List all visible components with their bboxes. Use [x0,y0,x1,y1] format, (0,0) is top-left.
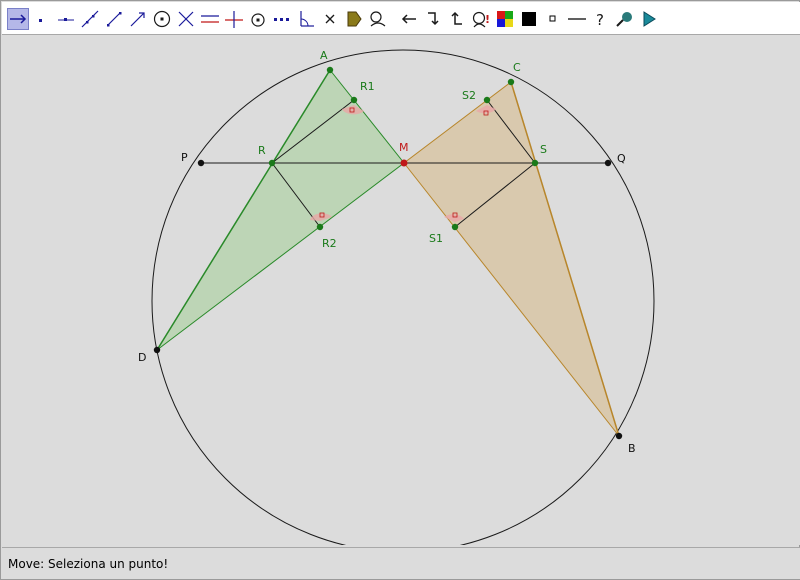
label-R2: R2 [322,237,337,250]
circumcircle [151,49,655,553]
label-Q: Q [617,152,626,165]
intersect-tool-button[interactable] [175,8,197,30]
point-P[interactable] [197,159,205,167]
label-S: S [540,143,547,156]
point-R1[interactable] [350,96,358,104]
point-R[interactable] [268,159,276,167]
drawing-canvas[interactable]: A C R1 S2 P R M S Q R2 S1 D B [2,35,800,553]
locus-tool-icon [370,11,386,27]
label-A: A [320,49,328,62]
move-tool-button[interactable] [7,8,29,30]
right-triangle[interactable] [403,81,620,437]
label-R1: R1 [360,80,375,93]
segment-tool-button[interactable] [103,8,125,30]
delete-tool-icon [325,14,335,24]
redo-tool-icon [428,12,439,26]
point-M[interactable] [400,159,408,167]
point-S2[interactable] [483,96,491,104]
left-triangle[interactable] [156,69,405,351]
vector-tool-button[interactable] [127,8,149,30]
circle-tool-icon [153,10,171,28]
label-P: P [181,151,188,164]
segment-tool-icon [107,12,122,27]
point-R2[interactable] [316,223,324,231]
angle-tool-icon [300,11,314,27]
dotted-line-tool-button[interactable] [271,8,293,30]
label-S2: S2 [462,89,476,102]
angle-tool-button[interactable] [295,8,317,30]
label-S1: S1 [429,232,443,245]
move-tool-icon [10,14,27,24]
point-B[interactable] [615,432,623,440]
magnifier-tool-button[interactable] [614,8,636,30]
parallel-line-tool-button[interactable] [199,8,221,30]
intersect-tool-icon [178,11,194,27]
line-tool-icon [81,10,99,28]
back-arrow-tool-icon [401,14,416,24]
line-style-icon [568,18,586,20]
parallel-line-tool-icon [201,15,219,23]
back-arrow-tool-button[interactable] [398,8,420,30]
label-C: C [513,61,521,74]
color-palette-icon [497,11,513,27]
geometry-drawing: A C R1 S2 P R M S Q R2 S1 D B [138,49,655,553]
color-palette-button[interactable] [494,8,516,30]
perpendicular-line-tool-button[interactable] [223,8,245,30]
point-A[interactable] [326,66,334,74]
point-on-line-tool-button[interactable] [55,8,77,30]
status-bar: Move: Seleziona un punto! [2,547,800,579]
dotted-line-tool-icon [274,18,289,21]
toolbar: ! ? [2,2,800,35]
point-tool-button[interactable] [30,8,52,30]
midpoint-tool-icon [251,13,265,27]
locus-tool-button[interactable] [367,8,389,30]
check-tool-icon: ! [472,11,490,28]
point-S1[interactable] [451,223,459,231]
point-Q[interactable] [604,159,612,167]
point-S[interactable] [531,159,539,167]
help-button[interactable]: ? [590,8,612,30]
label-M: M [399,141,409,154]
point-C[interactable] [507,78,515,86]
fill-square-button[interactable] [518,8,540,30]
point-D[interactable] [153,346,161,354]
play-button[interactable] [638,8,660,30]
vector-tool-icon [130,12,145,27]
small-square-button[interactable] [542,8,564,30]
check-tool-button[interactable]: ! [470,8,492,30]
polygon-tool-button[interactable] [343,8,365,30]
delete-tool-button[interactable] [319,8,341,30]
line-tool-button[interactable] [79,8,101,30]
perpendicular-line-tool-icon [225,11,243,28]
line-style-button[interactable] [566,8,588,30]
play-icon [643,11,656,27]
point-tool-icon [39,19,42,22]
applet-window: ! ? A C R1 S2 P R M S Q R2 S1 D B Move: … [0,0,800,580]
status-text: Move: Seleziona un punto! [8,556,169,571]
label-D: D [138,351,146,364]
help-icon: ? [596,11,604,29]
magnifier-tool-icon [616,12,632,27]
redo-tool-button[interactable] [422,8,444,30]
polygon-tool-icon [347,11,362,27]
midpoint-tool-button[interactable] [247,8,269,30]
help-mark: ? [596,11,604,29]
point-on-line-tool-icon [58,18,74,21]
circle-tool-button[interactable] [151,8,173,30]
fill-square-icon [522,12,536,26]
label-B: B [628,442,636,455]
label-R: R [258,144,266,157]
undo-tool-icon [451,11,462,25]
check-tool-mark: ! [485,13,490,26]
undo-tool-button[interactable] [446,8,468,30]
small-square-icon [549,15,556,22]
